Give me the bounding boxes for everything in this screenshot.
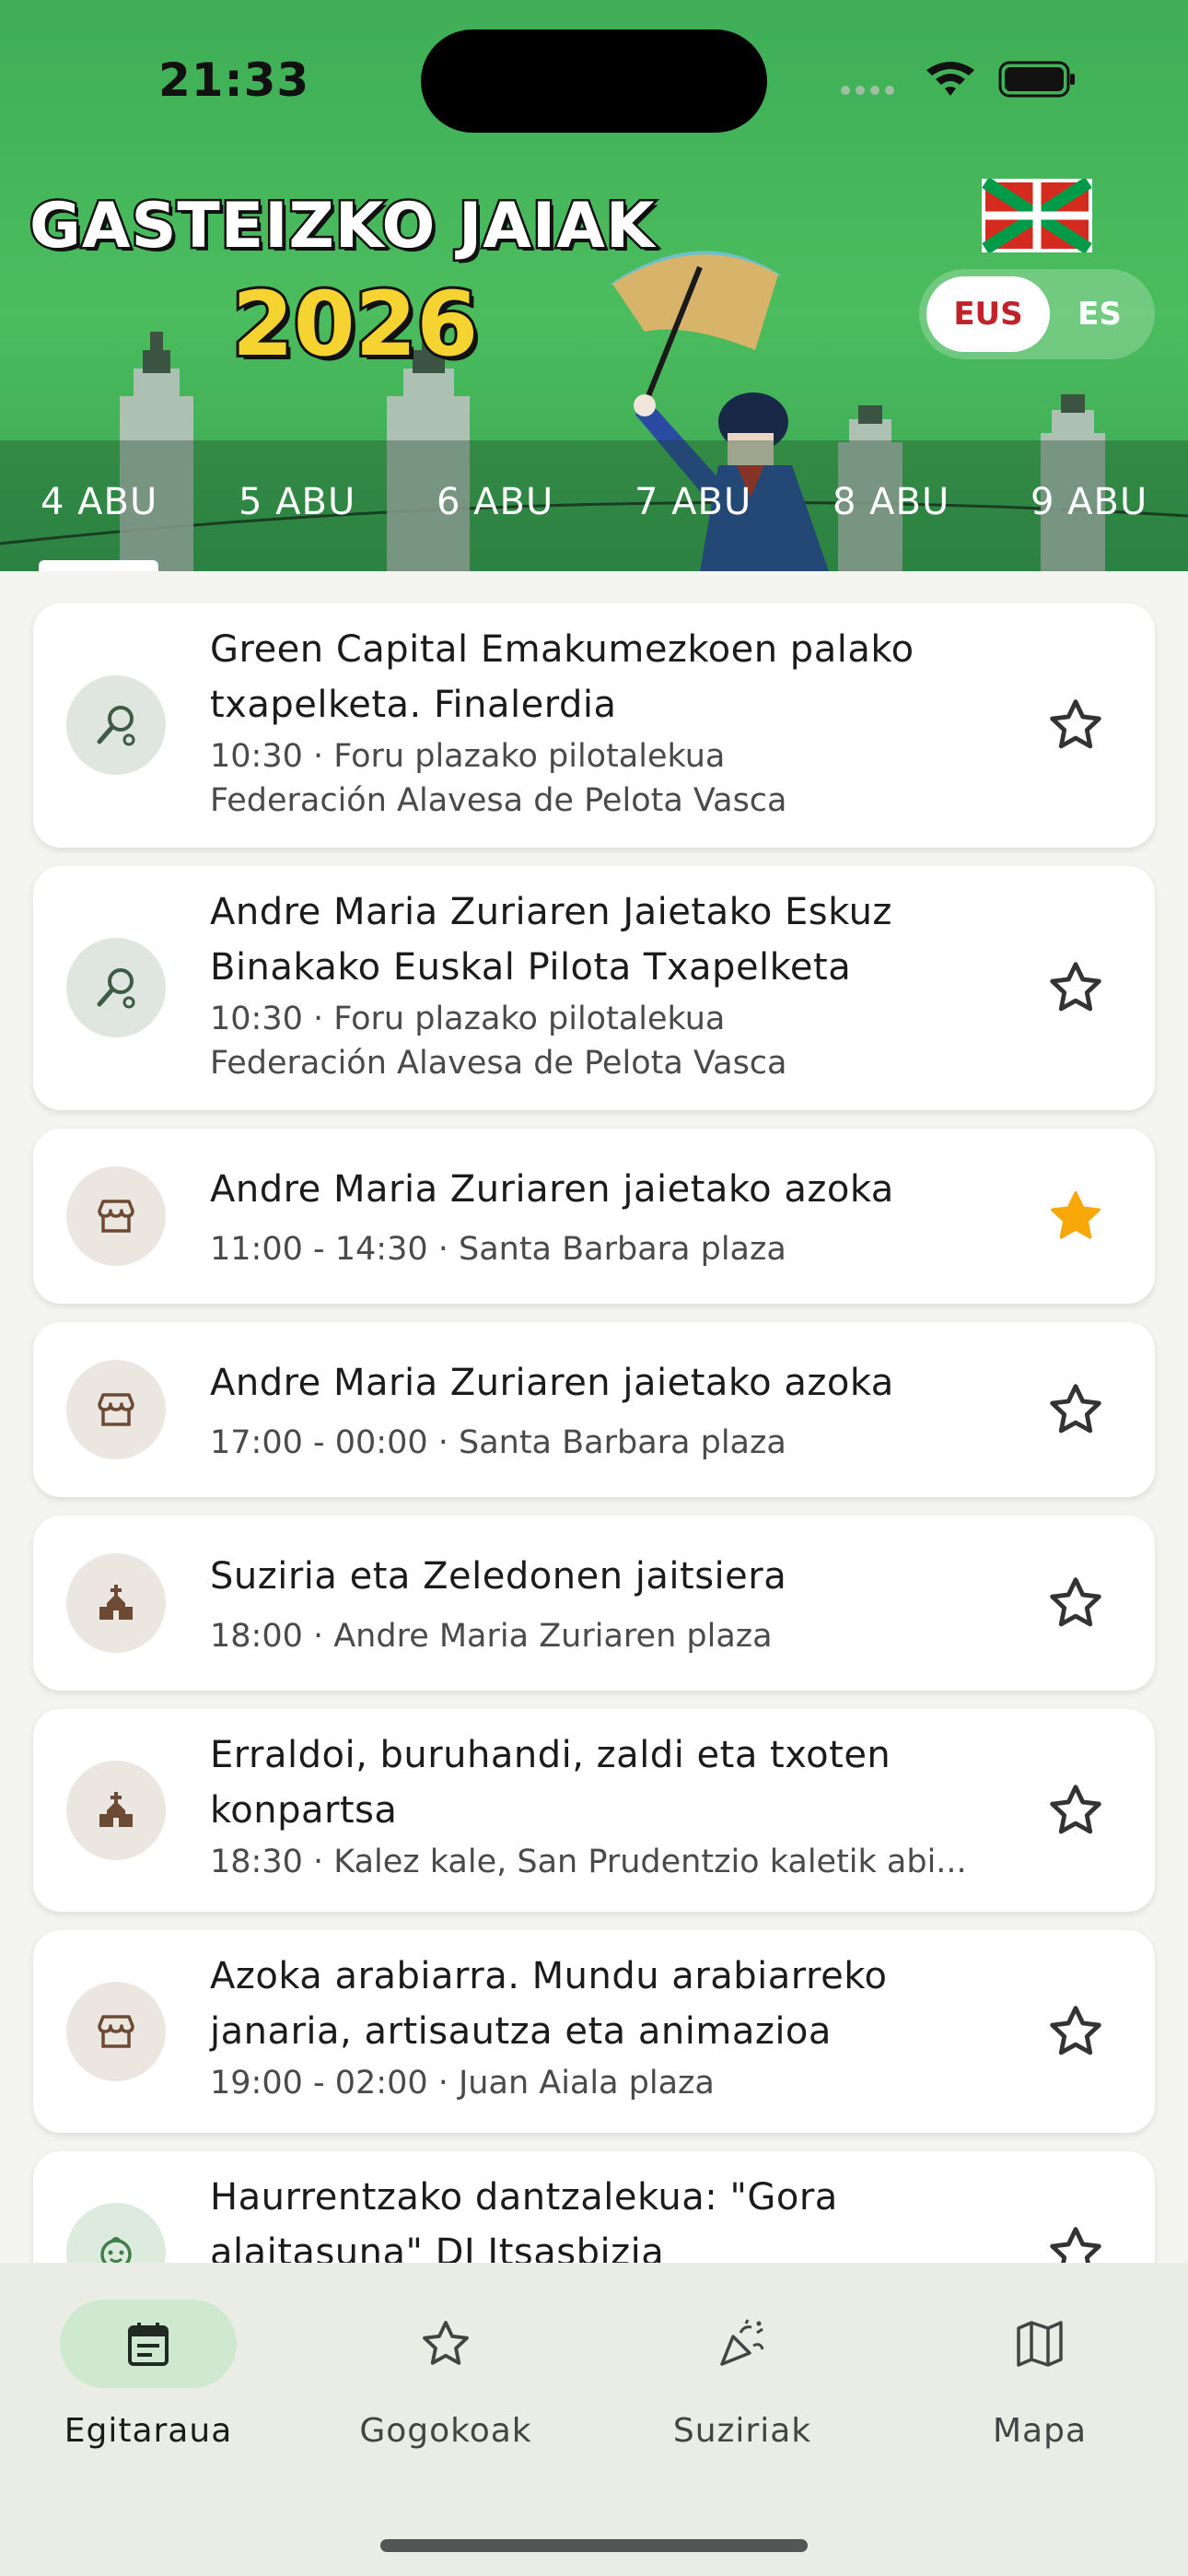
event-time-place: 19:00 - 02:00 · Juan Aiala plaza [210,2065,715,2102]
event-title: Erraldoi, buruhandi, zaldi eta txoten ko… [210,1734,891,1832]
event-time-place: 18:30 · Kalez kale, San Prudentzio kalet… [210,1844,967,1880]
event-card[interactable]: Andre Maria Zuriaren jaietako azoka 11:0… [33,1129,1155,1304]
event-time-place: 18:00 · Andre Maria Zuriaren plaza [210,1618,773,1655]
nav-label: Mapa [992,2412,1088,2450]
market-stall-icon [66,1982,166,2081]
star-icon [357,2300,534,2388]
nav-label: Egitaraua [64,2412,233,2450]
event-card[interactable]: Green Capital Emakumezkoen palako txapel… [33,603,1155,848]
event-time-place: 17:00 - 00:00 · Santa Barbara plaza [210,1424,786,1461]
event-time-place: 11:00 - 14:30 · Santa Barbara plaza [210,1231,786,1268]
nav-item-gogokoak[interactable]: Gogokoak [335,2300,556,2456]
star-filled-icon[interactable] [1046,1187,1105,1246]
nav-item-egitaraua[interactable]: Egitaraua [38,2300,259,2456]
event-title: Azoka arabiarra. Mundu arabiarreko janar… [210,1955,888,2053]
nav-item-mapa[interactable]: Mapa [929,2300,1150,2456]
church-icon [66,1761,166,1860]
date-tab-5[interactable]: 5 ABU [239,481,355,523]
dynamic-island [421,29,767,133]
festival-year: 2026 [229,270,481,379]
event-time-place: 10:30 · Foru plazako pilotalekua [210,1001,726,1037]
market-stall-icon [66,1360,166,1459]
wifi-icon [926,62,974,96]
selected-date-indicator [39,560,158,571]
date-tab-9[interactable]: 9 ABU [1031,481,1147,523]
bottom-navigation: Egitaraua Gogokoak Suziriak Mapa [0,2263,1188,2576]
language-toggle[interactable]: EUS ES [919,269,1155,359]
party-popper-icon [654,2300,831,2388]
event-title: Andre Maria Zuriaren jaietako azoka [210,1362,894,1404]
status-icons [841,61,1075,98]
map-icon [951,2300,1128,2388]
event-organizer: Federación Alavesa de Pelota Vasca [210,782,787,819]
event-title: Green Capital Emakumezkoen palako txapel… [210,628,914,726]
nav-label: Suziriak [672,2412,812,2450]
language-option-eus[interactable]: EUS [926,276,1050,352]
market-stall-icon [66,1166,166,1266]
church-icon [66,1553,166,1653]
cellular-signal-icon [841,86,894,95]
child-face-icon [66,2203,166,2263]
event-list[interactable]: Green Capital Emakumezkoen palako txapel… [0,571,1188,2263]
date-tab-6[interactable]: 6 ABU [437,481,553,523]
pelota-racket-icon [66,938,166,1037]
home-indicator [380,2539,808,2552]
date-tab-7[interactable]: 7 ABU [635,481,751,523]
status-bar-time: 21:33 [158,53,310,107]
event-card[interactable]: Andre Maria Zuriaren Jaietako Eskuz Bina… [33,866,1155,1110]
event-title: Suziria eta Zeledonen jaitsiera [210,1555,787,1598]
calendar-icon [60,2300,237,2388]
event-card[interactable]: Andre Maria Zuriaren jaietako azoka 17:0… [33,1322,1155,1497]
festival-title: GASTEIZKO JAIAK [28,188,658,265]
nav-label: Gogokoak [359,2412,532,2450]
date-tab-4[interactable]: 4 ABU [41,481,157,523]
date-tab-8[interactable]: 8 ABU [833,481,949,523]
event-card[interactable]: Haurrentzako dantzalekua: "Gora alaitasu… [33,2151,1155,2263]
ikurrina-flag-icon [982,179,1092,252]
star-outline-icon[interactable] [1046,2002,1105,2061]
language-option-es[interactable]: ES [1052,276,1147,352]
event-title: Haurrentzako dantzalekua: "Gora alaitasu… [210,2176,838,2263]
event-card[interactable]: Suziria eta Zeledonen jaitsiera 18:00 · … [33,1516,1155,1691]
app-header: 21:33 GASTEIZKO JAIAK 2026 EUS ES 4 ABU … [0,0,1188,571]
event-card[interactable]: Erraldoi, buruhandi, zaldi eta txoten ko… [33,1709,1155,1912]
pelota-racket-icon [66,675,166,775]
nav-item-suziriak[interactable]: Suziriak [632,2300,853,2456]
star-outline-icon[interactable] [1046,696,1105,755]
event-organizer: Federación Alavesa de Pelota Vasca [210,1045,787,1082]
event-card[interactable]: Azoka arabiarra. Mundu arabiarreko janar… [33,1930,1155,2133]
star-outline-icon[interactable] [1046,1380,1105,1439]
battery-icon [998,61,1075,98]
star-outline-icon[interactable] [1046,1781,1105,1840]
star-outline-icon[interactable] [1046,2223,1105,2263]
star-outline-icon[interactable] [1046,958,1105,1017]
event-title: Andre Maria Zuriaren Jaietako Eskuz Bina… [210,891,892,989]
date-tabs: 4 ABU 5 ABU 6 ABU 7 ABU 8 ABU 9 ABU [0,440,1188,571]
event-time-place: 10:30 · Foru plazako pilotalekua [210,738,726,775]
event-title: Andre Maria Zuriaren jaietako azoka [210,1168,894,1211]
star-outline-icon[interactable] [1046,1574,1105,1633]
